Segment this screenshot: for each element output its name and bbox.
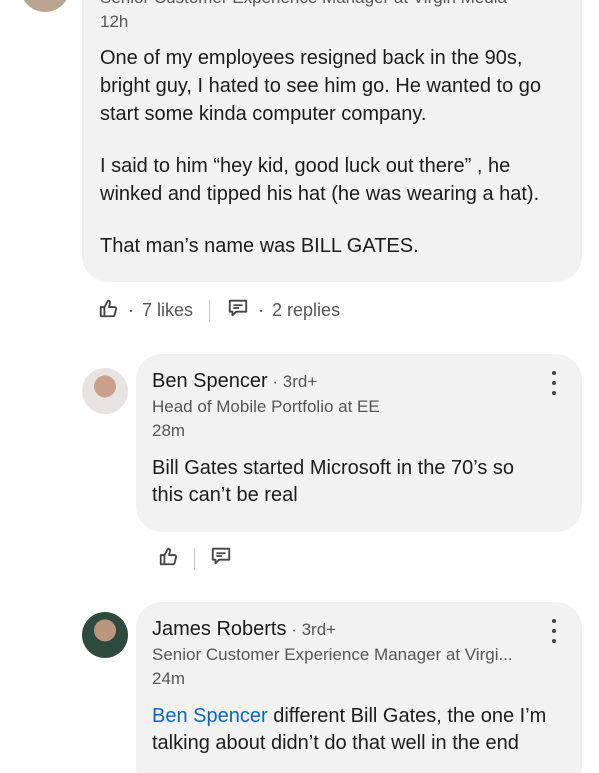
avatar[interactable] [20,0,70,12]
comment-icon[interactable] [226,297,250,324]
connection-degree: · 3rd+ [286,620,337,639]
comment-actions: · 7 likes · 2 replies [98,297,340,324]
author-name-line: James Roberts · 3rd+ [152,618,336,641]
separator-dot: · [128,300,134,320]
comment-time: 12h [100,12,129,31]
comment-text: different Bill Gates, the one I’m [267,705,547,727]
comment-line: Ben Spencer different Bill Gates, the on… [152,702,546,730]
comment-line: talking about didn’t do that well in the… [152,732,519,754]
more-vertical-icon[interactable] [548,371,560,395]
author-name-line: Ben Spencer · 3rd+ [152,370,317,393]
divider [209,299,211,322]
author-headline: Head of Mobile Portfolio at EE [152,397,380,416]
likes-count[interactable]: 7 likes [142,300,193,321]
mention-link[interactable]: Ben Spencer [152,705,268,727]
replies-count[interactable]: 2 replies [272,300,340,321]
comment-line: winked and tipped his hat (he was wearin… [100,183,540,205]
avatar[interactable] [82,368,128,414]
comment-time: 24m [152,669,186,688]
comment-line: That man’s name was BILL GATES. [100,235,419,257]
comment-icon[interactable] [209,545,233,572]
comment-line: I said to him “hey kid, good luck out th… [100,155,511,177]
thumbs-up-icon[interactable] [98,297,120,324]
comment-line: start some kinda computer company. [100,103,427,125]
reply-actions [158,545,233,572]
comment-line: Bill Gates started Microsoft in the 70’s… [152,457,515,479]
connection-degree: · 3rd+ [267,372,318,391]
author-name[interactable]: Ben Spencer [152,370,268,392]
author-headline: Senior Customer Experience Manager at Vi… [100,0,507,8]
divider [194,547,195,570]
comment-line: One of my employees resigned back in the… [100,47,523,69]
avatar[interactable] [82,612,128,658]
thumbs-up-icon[interactable] [158,545,180,572]
comment-time: 28m [152,421,186,440]
author-name[interactable]: James Roberts [152,618,287,640]
comment-line: this can’t be real [152,484,298,506]
author-headline: Senior Customer Experience Manager at Vi… [152,645,513,664]
separator-dot: · [258,300,265,320]
comment-line: bright guy, I hated to see him go. He wa… [100,75,542,97]
more-vertical-icon[interactable] [548,619,560,643]
